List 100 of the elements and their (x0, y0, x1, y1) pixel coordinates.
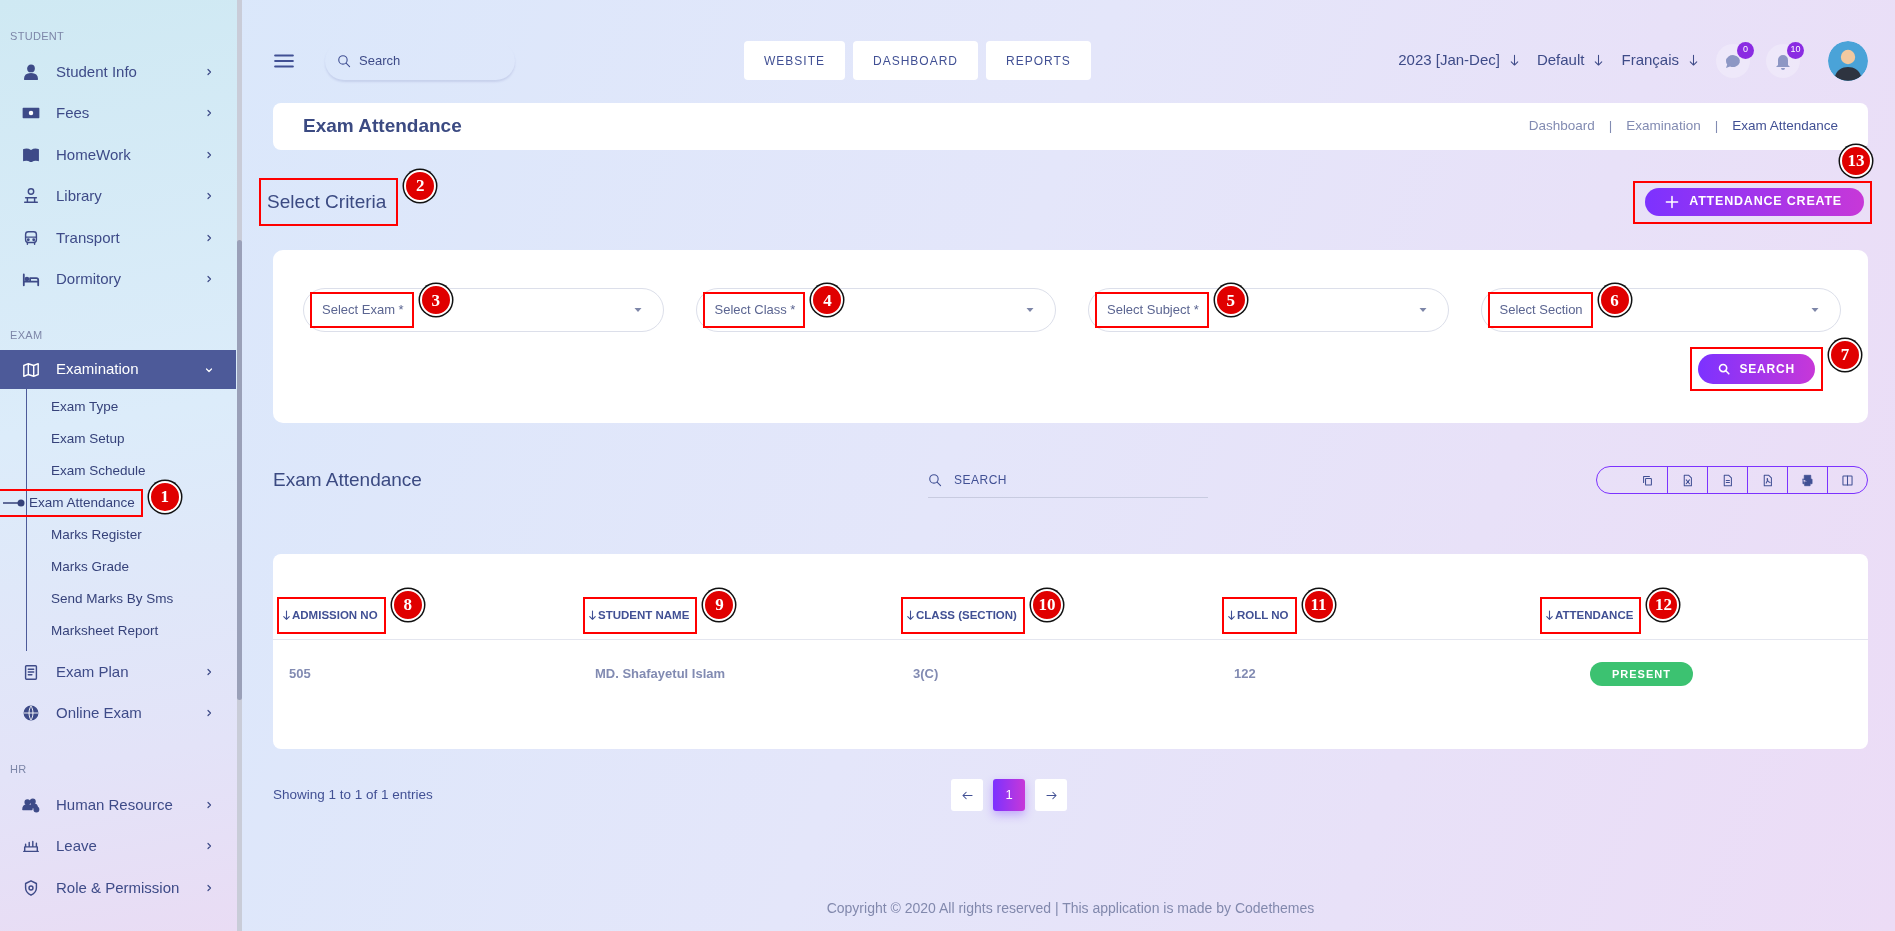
sidebar-item[interactable]: Online Exam (0, 692, 236, 734)
breadcrumb-separator: | (1608, 117, 1613, 136)
table-cell-text: 505 (289, 665, 312, 684)
sidebar-item[interactable]: Role & Permission (0, 867, 236, 909)
submenu-item[interactable]: Exam Setup (51, 428, 125, 450)
nav-button[interactable]: DASHBOARD (853, 41, 979, 80)
sidebar-item[interactable]: Library (0, 175, 236, 217)
sidebar-item[interactable]: Leave (0, 825, 236, 867)
status-badge: PRESENT (1590, 662, 1693, 687)
sidebar-item-label: Human Resource (56, 794, 173, 815)
copy-icon (1640, 473, 1654, 487)
user-icon (22, 62, 40, 81)
book-icon (22, 145, 40, 164)
callout-number: 10 (1030, 588, 1063, 621)
sidebar-item-label: Student Info (56, 61, 137, 82)
sidebar-item-label: Transport (56, 227, 120, 248)
table-cell-text: 122 (1234, 665, 1257, 684)
select-placeholder: Select Class * (714, 301, 796, 320)
callout-number: 2 (404, 169, 437, 202)
table-search-field[interactable]: SEARCH (952, 469, 1192, 490)
breadcrumb-separator: | (1714, 117, 1719, 136)
create-button[interactable]: ATTENDANCE CREATE (1645, 187, 1864, 216)
document-icon (1721, 473, 1734, 487)
chevron-icon (204, 66, 214, 77)
column-header[interactable]: ROLL NO (1226, 606, 1289, 625)
sidebar-item[interactable]: Dormitory (0, 258, 236, 300)
submenu-item[interactable]: Marks Grade (51, 556, 130, 578)
plus-icon (1665, 194, 1680, 209)
sort-arrow-icon (587, 610, 598, 621)
chevron-icon (204, 799, 214, 810)
breadcrumb-current: Exam Attendance (1732, 117, 1838, 136)
column-header[interactable]: ADMISSION NO (281, 606, 378, 625)
column-header[interactable]: ATTENDANCE (1544, 606, 1634, 625)
sidebar-item[interactable]: Transport (0, 217, 236, 259)
columns-icon (1841, 473, 1854, 487)
sidebar-section-title: HR (9, 762, 28, 777)
copyright-text: Copyright © 2020 All rights reserved | This application is made by Codethemes (825, 899, 1316, 918)
sidebar-item[interactable]: Examination (0, 350, 236, 389)
breadcrumb-link[interactable]: Dashboard (1528, 116, 1595, 137)
search-icon (337, 53, 351, 68)
sort-arrow-icon (1544, 610, 1555, 621)
callout-number: 8 (391, 588, 424, 621)
sidebar-item-label: Exam Plan (56, 661, 129, 682)
sidebar-item[interactable]: Fees (0, 92, 236, 134)
sort-arrow-icon (905, 610, 916, 621)
selected-dot-icon (3, 498, 27, 508)
table-cell-text: MD. Shafayetul Islam (595, 665, 727, 684)
avatar (1828, 40, 1868, 81)
chevron-icon (204, 274, 214, 285)
sidebar-item[interactable]: Exam Plan (0, 651, 236, 693)
select-placeholder: Select Subject * (1107, 301, 1199, 320)
search-button[interactable]: SEARCH (1697, 354, 1815, 384)
dropdown-toggle[interactable]: Default (1536, 49, 1606, 72)
chevron-icon (204, 882, 214, 893)
page-button[interactable]: 1 (993, 779, 1025, 811)
sidebar-item-label: Dormitory (56, 269, 121, 289)
callout-number: 3 (419, 284, 452, 317)
sidebar-item[interactable]: Human Resource (0, 784, 236, 826)
search-icon (1717, 363, 1730, 375)
sidebar-item-label: Fees (56, 103, 90, 123)
section-title: Exam Attendance (273, 467, 423, 492)
document-icon (1681, 473, 1694, 487)
sidebar-item-label: HomeWork (56, 144, 131, 165)
submenu-item[interactable]: Exam Type (51, 396, 119, 418)
callout-number: 6 (1598, 284, 1631, 317)
sidebar-item[interactable]: HomeWork (0, 134, 236, 176)
sidebar-section-title: STUDENT (9, 29, 66, 44)
submenu-item[interactable]: Exam Schedule (51, 460, 146, 482)
submenu-item[interactable]: Send Marks By Sms (51, 588, 174, 610)
down-arrow-icon (1687, 54, 1700, 67)
document-icon (1761, 473, 1774, 487)
group-icon (22, 795, 40, 814)
dropdown-toggle[interactable]: 2023 [Jan-Dec] (1398, 49, 1521, 72)
chevron-icon (204, 666, 214, 677)
sort-arrow-icon (1226, 610, 1237, 621)
callout-number: 5 (1214, 284, 1247, 317)
submenu-item[interactable]: Marksheet Report (51, 620, 159, 642)
breadcrumb-link[interactable]: Examination (1626, 116, 1701, 137)
sidebar-item-label: Role & Permission (56, 877, 180, 898)
search-field[interactable]: Search (357, 49, 497, 72)
column-header[interactable]: CLASS (SECTION) (905, 606, 1017, 625)
callout-number: 7 (1829, 339, 1861, 371)
dropdown-toggle[interactable]: Français (1621, 49, 1700, 72)
column-header[interactable]: STUDENT NAME (587, 606, 690, 625)
globe-icon (22, 704, 40, 723)
sidebar-item[interactable]: Student Info (0, 51, 236, 93)
chevron-icon (204, 708, 214, 719)
callout-number: 12 (1647, 588, 1680, 621)
chevron-icon (204, 841, 214, 852)
nav-button[interactable]: WEBSITE (744, 41, 845, 80)
select-placeholder: Select Section (1499, 301, 1583, 320)
submenu-item[interactable]: Exam Attendance (29, 492, 135, 514)
sidebar-item-label: Library (56, 186, 102, 206)
chevron-icon (204, 108, 214, 119)
submenu-item[interactable]: Marks Register (51, 524, 142, 546)
chevron-icon (204, 149, 214, 160)
notification-badge: 0 (1737, 41, 1754, 59)
chevron-icon (204, 232, 214, 243)
nav-button[interactable]: REPORTS (986, 41, 1091, 80)
callout-number: 9 (703, 588, 736, 621)
